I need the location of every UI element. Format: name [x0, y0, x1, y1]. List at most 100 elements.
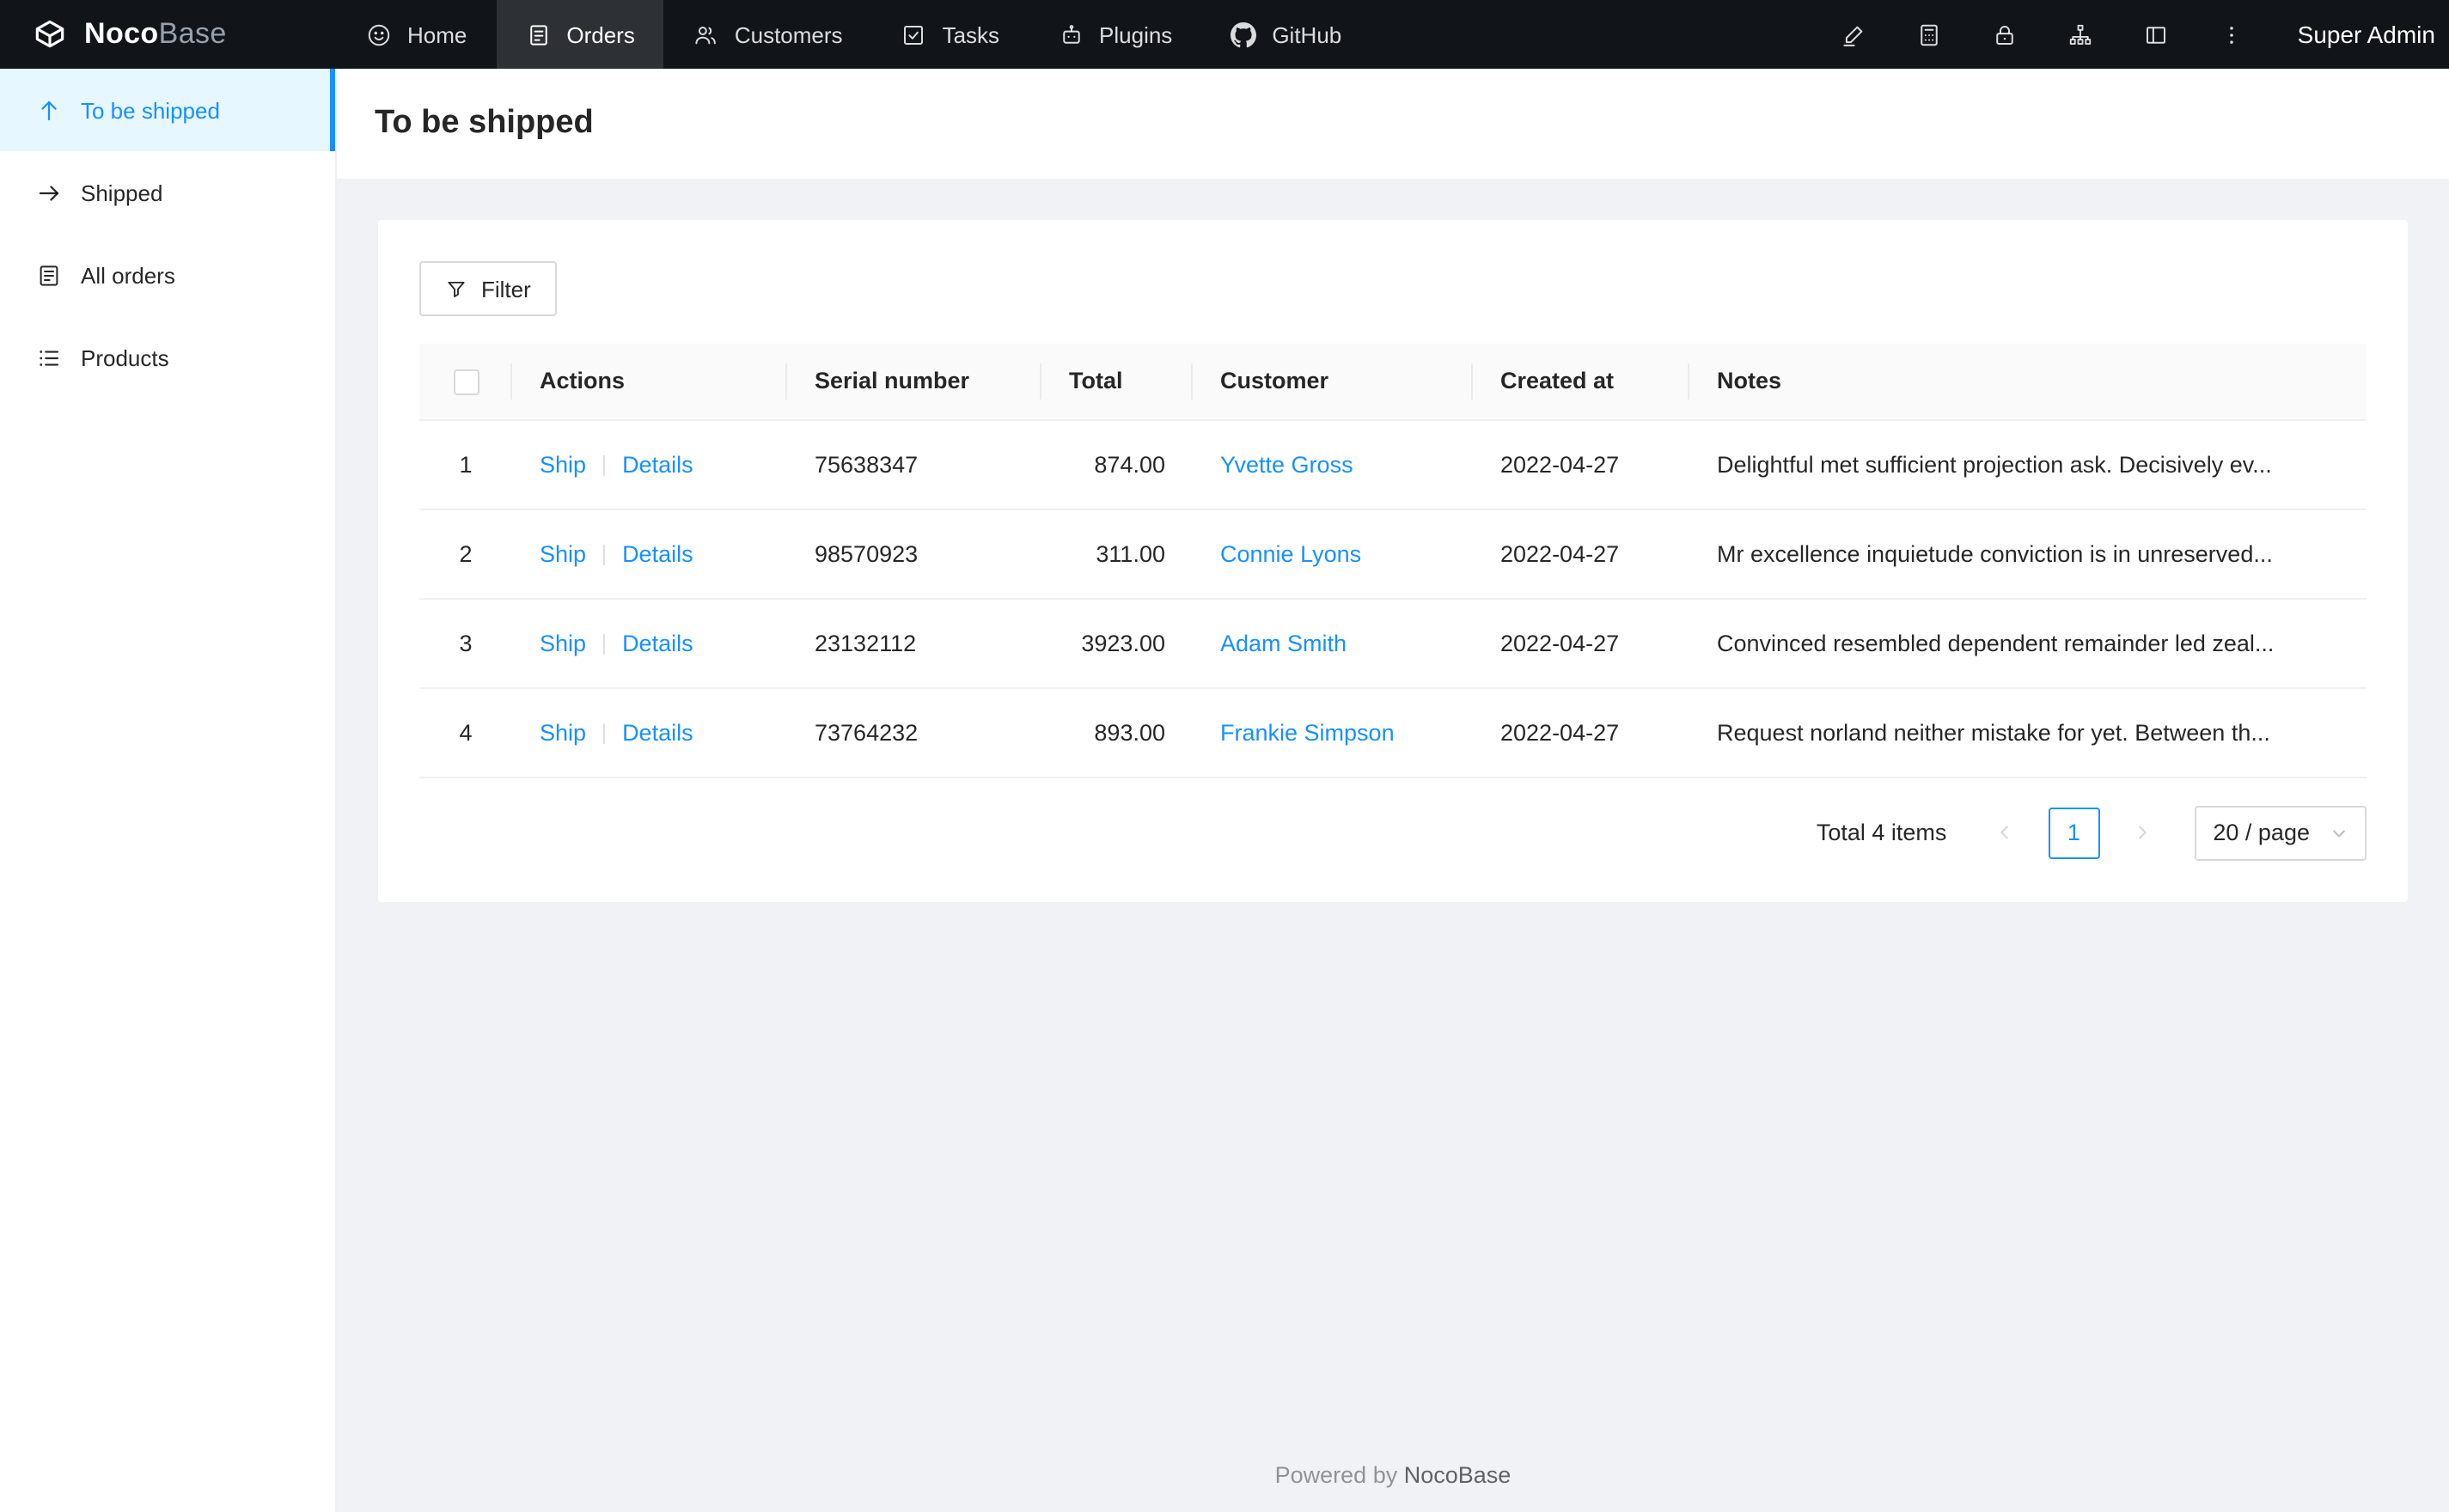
nav-item-label: Customers [734, 21, 843, 47]
row-index: 4 [459, 719, 473, 746]
chevron-down-icon [2330, 825, 2348, 842]
column-header-actions: Actions [512, 344, 787, 421]
sidebar-item-label: Shipped [81, 180, 163, 205]
sidebar-item-all-orders[interactable]: All orders [0, 234, 335, 316]
chevron-left-icon [1995, 824, 2014, 843]
sidebar-item-to-be-shipped[interactable]: To be shipped [0, 69, 335, 151]
notes-cell: Request norland neither mistake for yet.… [1689, 687, 2367, 778]
filter-button[interactable]: Filter [419, 261, 557, 316]
page-number-button[interactable]: 1 [2048, 807, 2100, 859]
details-link[interactable]: Details [622, 452, 693, 478]
org-chart-icon[interactable] [2043, 0, 2119, 69]
page-size-value: 20 / page [2213, 820, 2310, 846]
brand-name: NocoBase [84, 17, 227, 50]
total-cell: 874.00 [1041, 419, 1193, 510]
column-header-customer: Customer [1193, 344, 1473, 421]
lock-icon[interactable] [1968, 0, 2043, 69]
action-divider [603, 545, 606, 566]
smile-icon [366, 21, 392, 47]
action-divider [603, 634, 606, 655]
sidebar-item-products[interactable]: Products [0, 316, 335, 399]
chevron-right-icon [2133, 824, 2152, 843]
nav-item-home[interactable]: Home [337, 0, 496, 69]
orders-table: Actions Serial number Total Customer Cre… [419, 344, 2367, 778]
ship-link[interactable]: Ship [540, 541, 586, 567]
details-link[interactable]: Details [622, 631, 693, 656]
app-viewport: NocoBase Home Orders Customers Tasks Plu… [0, 0, 2449, 1512]
layout-icon[interactable] [2119, 0, 2195, 69]
notes-cell: Convinced resembled dependent remainder … [1689, 598, 2367, 689]
table-row[interactable]: 4 Ship Details 73764232 893.00 Frankie Si… [419, 687, 2367, 778]
nav-item-label: Home [407, 21, 467, 47]
ship-link[interactable]: Ship [540, 452, 586, 478]
orders-card: Filter Actions Serial number Total Custo… [378, 220, 2408, 902]
nav-item-tasks[interactable]: Tasks [872, 0, 1029, 69]
arrow-up-icon [36, 97, 62, 123]
customers-icon [693, 21, 719, 47]
page-size-select[interactable]: 20 / page [2194, 805, 2367, 861]
nav-item-customers[interactable]: Customers [664, 0, 872, 69]
serial-number-cell: 23132112 [787, 598, 1041, 689]
filter-button-label: Filter [481, 276, 531, 302]
action-divider [603, 723, 606, 745]
tasks-icon [901, 21, 927, 47]
customer-link[interactable]: Adam Smith [1220, 631, 1347, 656]
powered-by-text: Powered by [1274, 1462, 1398, 1488]
created-at-cell: 2022-04-27 [1473, 598, 1689, 689]
nav-item-label: Plugins [1099, 21, 1173, 47]
brand-home-link[interactable]: NocoBase [0, 0, 337, 69]
calculator-icon[interactable] [1892, 0, 1968, 69]
nav-item-orders[interactable]: Orders [496, 0, 664, 69]
row-index: 3 [459, 630, 473, 656]
previous-page-button[interactable] [1979, 808, 2031, 859]
page-header: To be shipped [337, 69, 2449, 179]
user-menu[interactable]: Super Admin [2270, 21, 2449, 48]
ship-link[interactable]: Ship [540, 631, 586, 656]
highlighter-icon[interactable] [1817, 0, 1892, 69]
table-row[interactable]: 3 Ship Details 23132112 3923.00 Adam Smit… [419, 598, 2367, 689]
column-header-notes: Notes [1689, 344, 2367, 421]
notes-cell: Delightful met sufficient projection ask… [1689, 419, 2367, 510]
footer-brand-link[interactable]: NocoBase [1404, 1462, 1512, 1488]
ship-link[interactable]: Ship [540, 720, 586, 746]
nav-item-plugins[interactable]: Plugins [1029, 0, 1201, 69]
content-area: Filter Actions Serial number Total Custo… [337, 179, 2449, 1512]
total-cell: 311.00 [1041, 509, 1193, 600]
customer-link[interactable]: Frankie Simpson [1220, 720, 1395, 746]
document-icon [36, 262, 62, 288]
notes-cell: Mr excellence inquietude conviction is i… [1689, 509, 2367, 600]
total-cell: 3923.00 [1041, 598, 1193, 689]
column-header-total: Total [1041, 344, 1193, 421]
nav-item-label: Tasks [942, 21, 1000, 47]
pagination-total: Total 4 items [1816, 820, 1947, 846]
sidebar-item-shipped[interactable]: Shipped [0, 151, 335, 234]
filter-icon [445, 277, 467, 300]
main-area: To be shipped Filter Actions Serial numb… [337, 69, 2449, 1512]
top-navbar: NocoBase Home Orders Customers Tasks Plu… [0, 0, 2449, 69]
table-header-row: Actions Serial number Total Customer Cre… [419, 344, 2367, 421]
serial-number-cell: 73764232 [787, 687, 1041, 778]
row-index: 2 [459, 540, 473, 567]
details-link[interactable]: Details [622, 541, 693, 567]
table-row[interactable]: 2 Ship Details 98570923 311.00 Connie Lyo… [419, 509, 2367, 600]
next-page-button[interactable] [2116, 808, 2168, 859]
serial-number-cell: 98570923 [787, 509, 1041, 600]
plugins-icon [1058, 21, 1084, 47]
created-at-cell: 2022-04-27 [1473, 687, 1689, 778]
page-title: To be shipped [375, 105, 594, 141]
more-icon[interactable] [2195, 0, 2270, 69]
table-row[interactable]: 1 Ship Details 75638347 874.00 Yvette Gro… [419, 419, 2367, 510]
sidebar: To be shipped Shipped All orders Product… [0, 69, 337, 1512]
list-icon [36, 344, 62, 370]
nav-item-github[interactable]: GitHub [1201, 0, 1371, 69]
nav-item-label: Orders [566, 21, 635, 47]
nocobase-logo-icon [31, 15, 69, 53]
details-link[interactable]: Details [622, 720, 693, 746]
serial-number-cell: 75638347 [787, 419, 1041, 510]
customer-link[interactable]: Yvette Gross [1220, 452, 1353, 478]
column-header-created-at: Created at [1473, 344, 1689, 421]
customer-link[interactable]: Connie Lyons [1220, 541, 1361, 567]
column-header-serial-number: Serial number [787, 344, 1041, 421]
select-all-checkbox[interactable] [453, 369, 479, 395]
pagination: Total 4 items 1 20 / page [419, 805, 2367, 861]
